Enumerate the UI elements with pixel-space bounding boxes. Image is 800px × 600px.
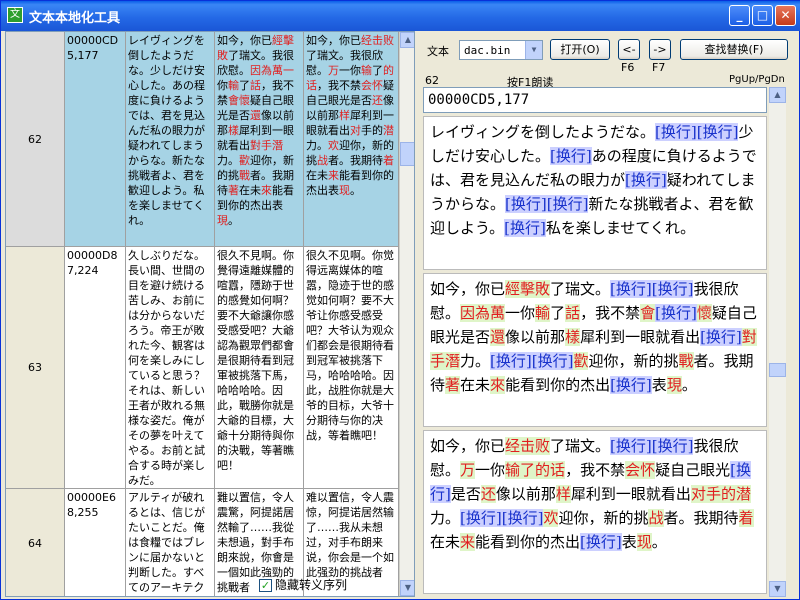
f7-hint: F7 bbox=[652, 61, 666, 74]
minimize-button[interactable]: _ bbox=[729, 5, 750, 26]
app-window: 文 文本本地化工具 _ □ ✕ 62 00000CD5,177 レイヴィングを倒… bbox=[0, 0, 800, 600]
grid-scrollbar[interactable]: ▲ ▼ bbox=[399, 32, 414, 596]
table-row[interactable]: 63 00000D87,224 久しぶりだな。長い間、世間の目を避け続ける苦しみ… bbox=[6, 247, 399, 489]
translation-cell[interactable]: 如今，你已经击败了瑞文。我很欣慰。万一你输了的话，我不禁会怀疑自己眼光是否还像以… bbox=[304, 32, 399, 246]
scroll-down-arrow-icon[interactable]: ▼ bbox=[400, 580, 414, 596]
app-icon: 文 bbox=[7, 7, 23, 23]
translation-pane[interactable]: 如今，你已经击败了瑞文。[换行][换行]我很欣慰。万一你输了的话，我不禁会怀疑自… bbox=[423, 430, 767, 594]
row-number-label: 62 bbox=[425, 74, 439, 87]
file-select-value: dac.bin bbox=[464, 44, 511, 57]
text-label: 文本 bbox=[427, 45, 449, 58]
scroll-thumb[interactable] bbox=[769, 363, 786, 377]
entries-grid[interactable]: 62 00000CD5,177 レイヴィングを倒したようだな。少しだけ安心した。… bbox=[5, 31, 415, 597]
id-cell[interactable]: 00000CD5,177 bbox=[65, 32, 126, 246]
page-hint: PgUp/PgDn bbox=[729, 74, 785, 85]
id-cell[interactable]: 00000D87,224 bbox=[65, 247, 126, 488]
japanese-cell[interactable]: アルティが破れるとは、信じがたいことだ。俺は食糧ではブレンに届かないと判断した。… bbox=[126, 489, 215, 596]
row-number[interactable]: 64 bbox=[6, 489, 65, 596]
scroll-up-arrow-icon[interactable]: ▲ bbox=[769, 87, 786, 103]
close-button[interactable]: ✕ bbox=[775, 5, 796, 26]
window-title: 文本本地化工具 bbox=[29, 11, 121, 26]
scroll-up-arrow-icon[interactable]: ▲ bbox=[400, 32, 414, 48]
original-chinese-pane[interactable]: 如今，你已經擊敗了瑞文。[换行][换行]我很欣慰。因為萬一你輸了話，我不禁會[换… bbox=[423, 273, 767, 427]
maximize-button[interactable]: □ bbox=[752, 5, 773, 26]
original-chinese-cell[interactable]: 如今，你已經擊敗了瑞文。我很欣慰。因為萬一你輸了話，我不禁會懷疑自己眼光是否還像… bbox=[215, 32, 304, 246]
next-button[interactable]: -> bbox=[649, 39, 671, 60]
file-select[interactable]: dac.bin ▼ bbox=[459, 40, 543, 60]
scroll-down-arrow-icon[interactable]: ▼ bbox=[769, 581, 786, 597]
hide-escape-checkbox[interactable]: ✓ 隐藏转义序列 bbox=[259, 576, 347, 593]
table-row[interactable]: 62 00000CD5,177 レイヴィングを倒したようだな。少しだけ安心した。… bbox=[6, 32, 399, 247]
row-number[interactable]: 63 bbox=[6, 247, 65, 488]
original-chinese-cell[interactable]: 很久不見啊。你覺得遠離媒體的喧囂，隱跡于世的感覺如何啊？要不大爺讓你感受感受吧？… bbox=[215, 247, 304, 488]
open-button[interactable]: 打开(O) bbox=[550, 39, 610, 60]
row-number[interactable]: 62 bbox=[6, 32, 65, 246]
checkmark-icon[interactable]: ✓ bbox=[259, 579, 272, 592]
japanese-cell[interactable]: 久しぶりだな。長い間、世間の目を避け続ける苦しみ、お前には分からないだろう。帝王… bbox=[126, 247, 215, 488]
detail-scrollbar[interactable]: ▲ ▼ bbox=[769, 87, 786, 597]
translation-cell[interactable]: 很久不见啊。你觉得远离媒体的喧嚣，隐迹于世的感觉如何啊？要不大爷让你感受感受吧？… bbox=[304, 247, 399, 488]
japanese-text-pane[interactable]: レイヴィングを倒したようだな。[换行][换行]少しだけ安心した。[换行]あの程度… bbox=[423, 116, 767, 270]
f6-hint: F6 bbox=[621, 61, 635, 74]
find-replace-button[interactable]: 查找替换(F) bbox=[680, 39, 788, 60]
chevron-down-icon[interactable]: ▼ bbox=[525, 41, 542, 59]
hide-escape-label: 隐藏转义序列 bbox=[275, 578, 348, 592]
id-display: 00000CD5,177 bbox=[423, 87, 767, 113]
japanese-cell[interactable]: レイヴィングを倒したようだな。少しだけ安心した。あの程度に負けるようでは、君を見… bbox=[126, 32, 215, 246]
detail-panel: 文本 dac.bin ▼ 打开(O) <- -> 查找替换(F) F6 F7 62… bbox=[419, 31, 799, 597]
prev-button[interactable]: <- bbox=[618, 39, 640, 60]
id-cell[interactable]: 00000E68,255 bbox=[65, 489, 126, 596]
title-bar[interactable]: 文 文本本地化工具 _ □ ✕ bbox=[1, 1, 800, 31]
scroll-thumb[interactable] bbox=[400, 142, 414, 166]
